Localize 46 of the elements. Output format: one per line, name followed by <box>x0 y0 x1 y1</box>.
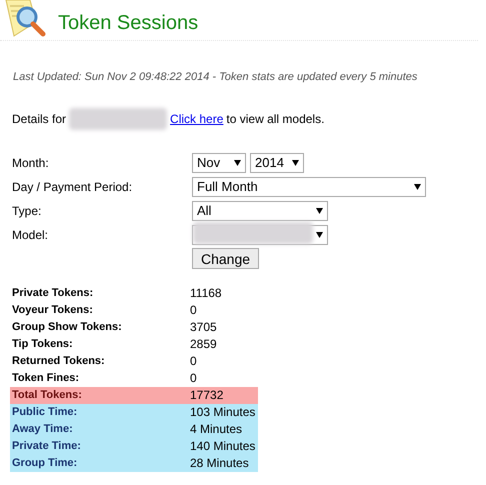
caret-icon <box>292 160 299 166</box>
stat-label: Token Fines: <box>11 370 80 386</box>
field-label: Model: <box>12 226 50 244</box>
dropdown[interactable] <box>192 224 328 244</box>
stat-value: 28 Minutes <box>190 455 249 472</box>
stat-label: Group Show Tokens: <box>11 320 123 335</box>
stat-value: 103 Minutes <box>190 404 256 421</box>
caret-icon <box>414 184 421 190</box>
stat-value: 2859 <box>190 336 217 353</box>
caret-icon <box>316 208 323 214</box>
caret-icon <box>316 232 323 238</box>
change-button[interactable]: Change <box>192 248 260 268</box>
dropdown-value: All <box>197 202 212 220</box>
stat-value: 140 Minutes <box>190 438 256 455</box>
caret-icon <box>234 160 241 166</box>
stat-label: Tip Tokens: <box>11 336 74 352</box>
dropdown-value: Nov <box>197 154 220 172</box>
stat-label: Private Tokens: <box>11 286 94 301</box>
stat-value: 4 Minutes <box>190 421 242 438</box>
stat-value: 17732 <box>190 387 224 404</box>
dropdown-value: Full Month <box>197 178 258 196</box>
click-here-link[interactable]: Click here <box>170 110 224 128</box>
field-label: Month: <box>12 154 50 172</box>
field-label: Type: <box>12 202 42 220</box>
stat-label: Away Time: <box>11 422 74 437</box>
dropdown[interactable]: 2014 <box>250 152 304 172</box>
dropdown-value: 2014 <box>255 154 284 172</box>
stat-value: 3705 <box>190 319 217 336</box>
stat-label: Voyeur Tokens: <box>11 302 94 318</box>
stat-label: Total Tokens: <box>11 388 83 403</box>
stat-label: Public Time: <box>11 404 78 420</box>
stat-value: 0 <box>190 370 197 387</box>
stat-value: 11168 <box>190 285 222 302</box>
stat-value: 0 <box>190 353 197 370</box>
details-label: Details for <box>12 110 66 128</box>
details-suffix: to view all models. <box>226 110 324 128</box>
stat-value: 0 <box>190 302 197 319</box>
stat-label: Group Time: <box>11 456 78 471</box>
dropdown[interactable]: Full Month <box>192 176 426 196</box>
page-title: Token Sessions <box>58 11 198 36</box>
stat-label: Private Time: <box>11 438 82 454</box>
dropdown[interactable]: All <box>192 200 328 220</box>
dropdown[interactable]: Nov <box>192 152 246 172</box>
stat-label: Returned Tokens: <box>11 354 106 369</box>
last-updated-text: Last Updated: Sun Nov 2 09:48:22 2014 - Token stats are updated every 5 minutes <box>13 70 418 85</box>
field-label: Day / Payment Period: <box>12 178 134 196</box>
